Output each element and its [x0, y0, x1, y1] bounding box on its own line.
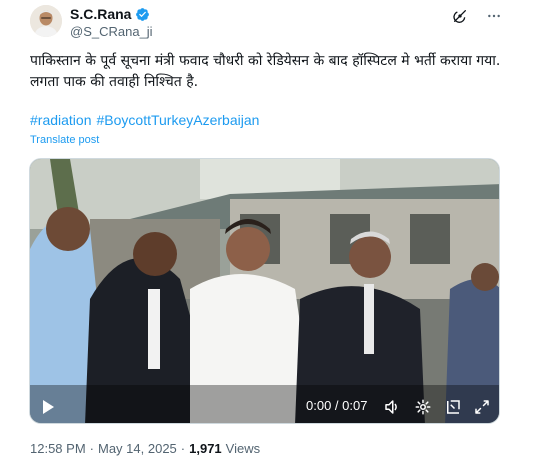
name-row: S.C.Rana [70, 6, 150, 22]
translate-link[interactable]: Translate post [30, 134, 99, 146]
meta-separator: · [180, 441, 186, 456]
handle[interactable]: @S_CRana_ji [70, 24, 153, 39]
tweet-text: पाकिस्तान के पूर्व सूचना मंत्री फवाद चौध… [30, 53, 501, 90]
views-count: 1,971 [189, 441, 222, 456]
gif-icon[interactable] [443, 397, 463, 417]
header-actions [451, 7, 503, 25]
fullscreen-icon[interactable] [472, 397, 492, 417]
avatar[interactable] [30, 5, 62, 37]
display-name[interactable]: S.C.Rana [70, 6, 131, 22]
post-date[interactable]: May 14, 2025 [98, 441, 177, 456]
tweet: S.C.Rana @S_CRana_ji पाकिस्तान के पूर्व … [0, 0, 533, 460]
play-icon[interactable] [38, 397, 58, 417]
volume-icon[interactable] [382, 397, 402, 417]
post-time[interactable]: 12:58 PM [30, 441, 86, 456]
avatar-image [30, 5, 62, 37]
video-player[interactable]: 0:00 / 0:07 [29, 158, 500, 424]
video-frame [30, 159, 499, 423]
video-time: 0:00 / 0:07 [306, 398, 368, 413]
meta-separator: · [89, 441, 94, 456]
hashtags: #radiation #BoycottTurkeyAzerbaijan [30, 112, 259, 128]
verified-badge-icon [136, 7, 150, 21]
views-label: Views [225, 441, 261, 456]
hashtag-radiation[interactable]: #radiation [30, 112, 92, 128]
tweet-meta: 12:58 PM · May 14, 2025 · 1,971 Views [30, 441, 260, 456]
settings-icon[interactable] [413, 397, 433, 417]
grok-icon[interactable] [451, 7, 469, 25]
more-icon[interactable] [485, 7, 503, 25]
hashtag-boycott[interactable]: #BoycottTurkeyAzerbaijan [97, 112, 260, 128]
